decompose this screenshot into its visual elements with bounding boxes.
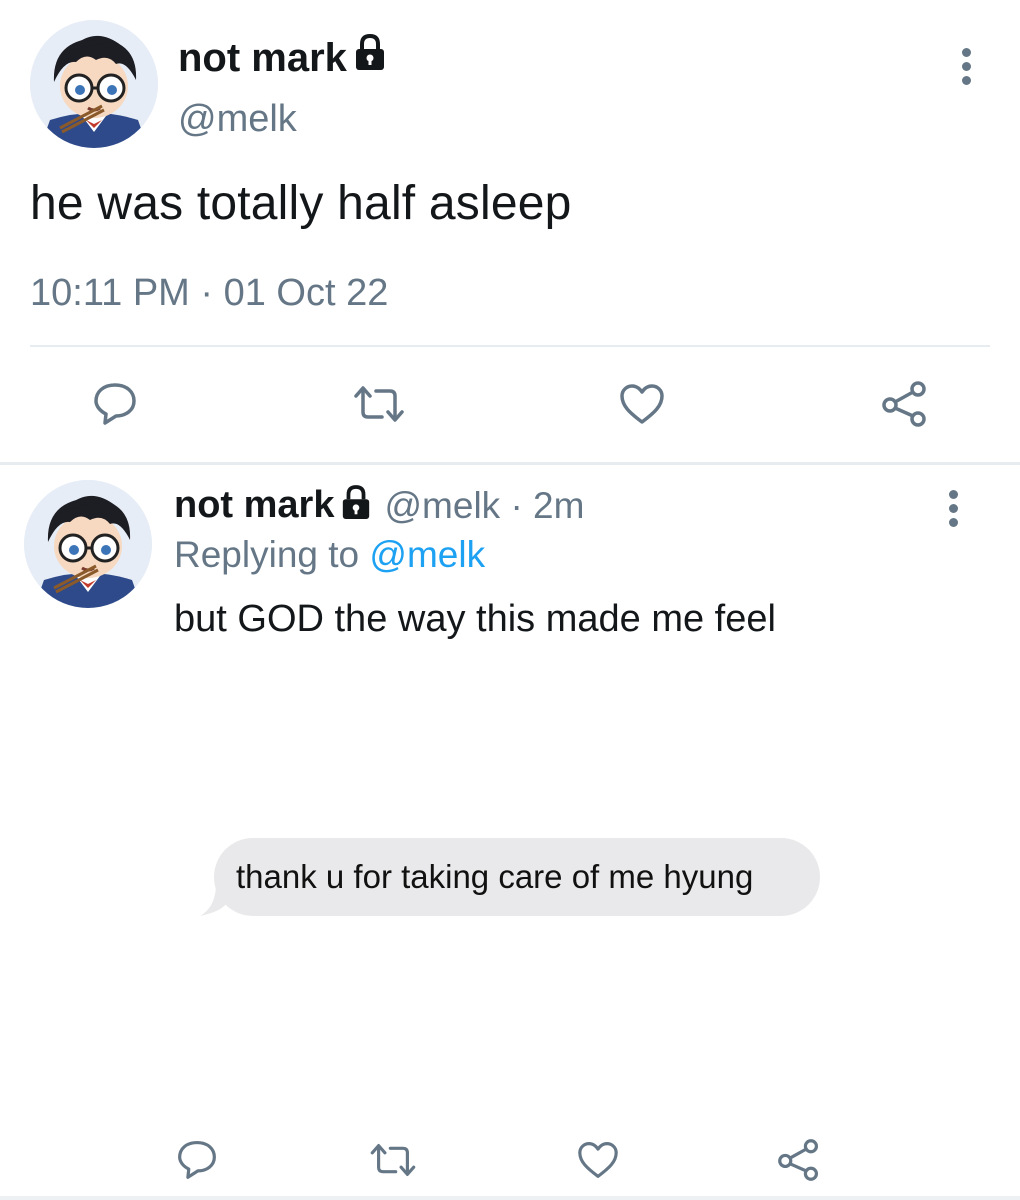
replying-to-label: Replying to [174,534,370,575]
avatar[interactable] [30,20,158,148]
lock-icon [340,485,372,526]
reply-icon[interactable] [92,380,138,431]
timestamp[interactable]: 10:11 PM · 01 Oct 22 [30,272,388,315]
like-icon[interactable] [618,382,666,431]
replying-to: Replying to @melk [174,534,485,576]
lock-icon [353,33,387,82]
tweet-thread: not mark @melk he was totally half aslee… [0,0,1020,1200]
bottom-divider [0,1196,1020,1200]
bubble-tail [198,876,238,923]
divider [30,345,990,347]
more-options-icon[interactable] [960,48,972,90]
handle[interactable]: @melk [178,98,297,141]
share-icon[interactable] [776,1138,822,1187]
tweet-separator [0,462,1020,465]
retweet-icon[interactable] [368,1142,418,1183]
message-bubble: thank u for taking care of me hyung [214,838,820,916]
reply-header: not mark @melk · 2m [174,484,584,527]
message-text: thank u for taking care of me hyung [236,858,754,895]
display-name-text: not mark [178,35,347,80]
mention-link[interactable]: @melk [369,534,485,575]
avatar[interactable] [24,480,152,608]
tweet-text: he was totally half asleep [30,177,572,230]
more-options-icon[interactable] [947,490,959,532]
handle-and-time[interactable]: @melk · 2m [384,485,584,527]
tweet-text: but GOD the way this made me feel [174,598,776,640]
share-icon[interactable] [880,380,930,433]
display-name[interactable]: not mark [178,33,387,82]
display-name[interactable]: not mark [174,484,334,527]
like-icon[interactable] [576,1140,620,1185]
retweet-icon[interactable] [352,384,406,429]
reply-icon[interactable] [176,1138,218,1185]
